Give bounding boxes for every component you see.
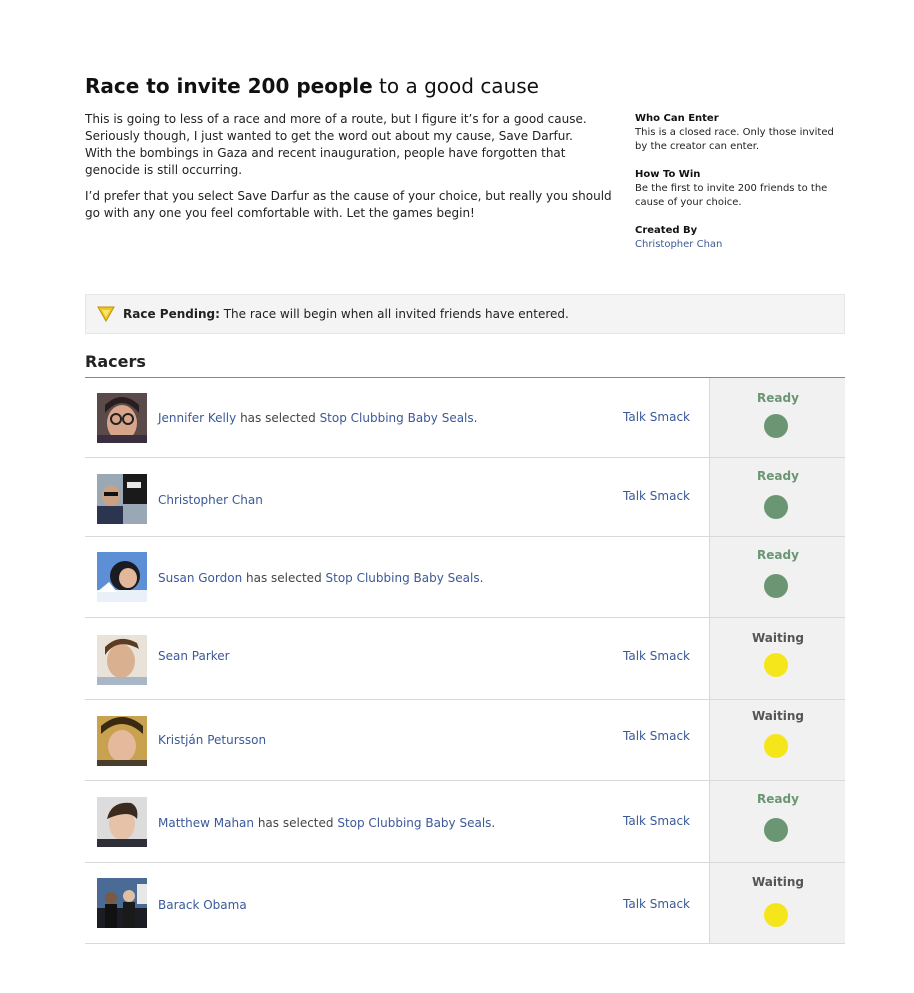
warning-icon — [97, 306, 115, 322]
talk-smack-link[interactable]: Talk Smack — [623, 729, 690, 743]
who-can-enter-text: This is a closed race. Only those invite… — [635, 127, 834, 152]
race-description: This is going to less of a race and more… — [85, 111, 615, 231]
sentence-period: . — [479, 571, 484, 585]
racer-row: Matthew Mahan has selected Stop Clubbing… — [85, 781, 845, 863]
status-label: Waiting — [751, 631, 804, 645]
who-can-enter: Who Can Enter This is a closed race. Onl… — [635, 112, 835, 154]
racer-avatar[interactable] — [97, 716, 147, 766]
racer-row: Barack Obama Talk Smack Waiting — [85, 863, 845, 944]
pending-text: The race will begin when all invited fri… — [219, 307, 569, 321]
ready-status-icon — [764, 574, 788, 598]
racer-row: Kristján Petursson Talk Smack Waiting — [85, 700, 845, 781]
page-title-bold: Race to invite 200 people — [85, 74, 373, 98]
pending-label: Race Pending: — [123, 307, 220, 321]
status-cell: Waiting — [709, 700, 845, 780]
racer-name-link[interactable]: Susan Gordon — [158, 571, 242, 585]
racer-name-link[interactable]: Sean Parker — [158, 649, 230, 663]
racer-row: Christopher Chan Talk Smack Ready — [85, 458, 845, 537]
status-cell: Ready — [709, 458, 845, 536]
status-cell: Waiting — [709, 618, 845, 699]
racer-avatar[interactable] — [97, 393, 147, 443]
talk-smack-link[interactable]: Talk Smack — [623, 897, 690, 911]
racer-entry-text: Susan Gordon has selected Stop Clubbing … — [158, 571, 483, 585]
sentence-period: . — [491, 816, 496, 830]
talk-smack-link[interactable]: Talk Smack — [623, 410, 690, 424]
status-cell: Ready — [709, 781, 845, 862]
waiting-status-icon — [764, 653, 788, 677]
waiting-status-icon — [764, 903, 788, 927]
description-line: With the bombings in Gaza and recent ina… — [85, 146, 566, 177]
status-label: Ready — [757, 469, 799, 483]
status-label: Waiting — [751, 709, 804, 723]
racer-row: Jennifer Kelly has selected Stop Clubbin… — [85, 378, 845, 458]
racer-entry-text: Christopher Chan — [158, 493, 263, 507]
racer-name-link[interactable]: Christopher Chan — [158, 493, 263, 507]
pending-message: Race Pending: The race will begin when a… — [123, 307, 569, 321]
has-selected-text: has selected — [236, 411, 320, 425]
talk-smack-link[interactable]: Talk Smack — [623, 814, 690, 828]
racer-entry-text: Jennifer Kelly has selected Stop Clubbin… — [158, 411, 477, 425]
status-label: Ready — [757, 548, 799, 562]
racer-avatar[interactable] — [97, 635, 147, 685]
waiting-status-icon — [764, 734, 788, 758]
how-to-win-heading: How To Win — [635, 169, 701, 180]
page-title: Race to invite 200 people to a good caus… — [85, 74, 539, 98]
racer-entry-text: Barack Obama — [158, 898, 247, 912]
ready-status-icon — [764, 414, 788, 438]
cause-link[interactable]: Stop Clubbing Baby Seals — [326, 571, 480, 585]
description-line: This is going to less of a race and more… — [85, 112, 587, 126]
how-to-win-text: Be the first to invite 200 friends to th… — [635, 183, 828, 208]
racer-entry-text: Kristján Petursson — [158, 733, 266, 747]
racer-entry-text: Matthew Mahan has selected Stop Clubbing… — [158, 816, 495, 830]
has-selected-text: has selected — [254, 816, 338, 830]
racer-name-link[interactable]: Kristján Petursson — [158, 733, 266, 747]
talk-smack-link[interactable]: Talk Smack — [623, 489, 690, 503]
racer-avatar[interactable] — [97, 878, 147, 928]
racer-avatar[interactable] — [97, 797, 147, 847]
cause-link[interactable]: Stop Clubbing Baby Seals — [320, 411, 474, 425]
racer-name-link[interactable]: Jennifer Kelly — [158, 411, 236, 425]
racer-name-link[interactable]: Barack Obama — [158, 898, 247, 912]
ready-status-icon — [764, 495, 788, 519]
talk-smack-link[interactable]: Talk Smack — [623, 649, 690, 663]
cause-link[interactable]: Stop Clubbing Baby Seals — [337, 816, 491, 830]
racer-name-link[interactable]: Matthew Mahan — [158, 816, 254, 830]
page-title-rest: to a good cause — [372, 74, 539, 98]
racer-row: Sean Parker Talk Smack Waiting — [85, 618, 845, 700]
description-paragraph-2: I’d prefer that you select Save Darfur a… — [85, 189, 612, 220]
status-label: Ready — [757, 391, 799, 405]
description-line: Seriously though, I just wanted to get t… — [85, 129, 573, 143]
status-cell: Ready — [709, 378, 845, 457]
creator-link[interactable]: Christopher Chan — [635, 238, 835, 252]
created-by-heading: Created By — [635, 225, 698, 236]
who-can-enter-heading: Who Can Enter — [635, 113, 719, 124]
racers-list: Jennifer Kelly has selected Stop Clubbin… — [85, 378, 845, 944]
racer-row: Susan Gordon has selected Stop Clubbing … — [85, 537, 845, 618]
status-label: Ready — [757, 792, 799, 806]
ready-status-icon — [764, 818, 788, 842]
racer-avatar[interactable] — [97, 552, 147, 602]
how-to-win: How To Win Be the first to invite 200 fr… — [635, 168, 835, 210]
race-pending-notice: Race Pending: The race will begin when a… — [85, 294, 845, 334]
description-paragraph-1: This is going to less of a race and more… — [85, 111, 615, 179]
status-label: Waiting — [751, 875, 804, 889]
status-cell: Ready — [709, 537, 845, 617]
racers-heading: Racers — [85, 352, 146, 371]
status-cell: Waiting — [709, 863, 845, 943]
created-by: Created By Christopher Chan — [635, 224, 835, 252]
sentence-period: . — [473, 411, 478, 425]
racer-avatar[interactable] — [97, 474, 147, 524]
racer-entry-text: Sean Parker — [158, 649, 230, 663]
race-info-panel: Who Can Enter This is a closed race. Onl… — [635, 112, 835, 266]
has-selected-text: has selected — [242, 571, 326, 585]
